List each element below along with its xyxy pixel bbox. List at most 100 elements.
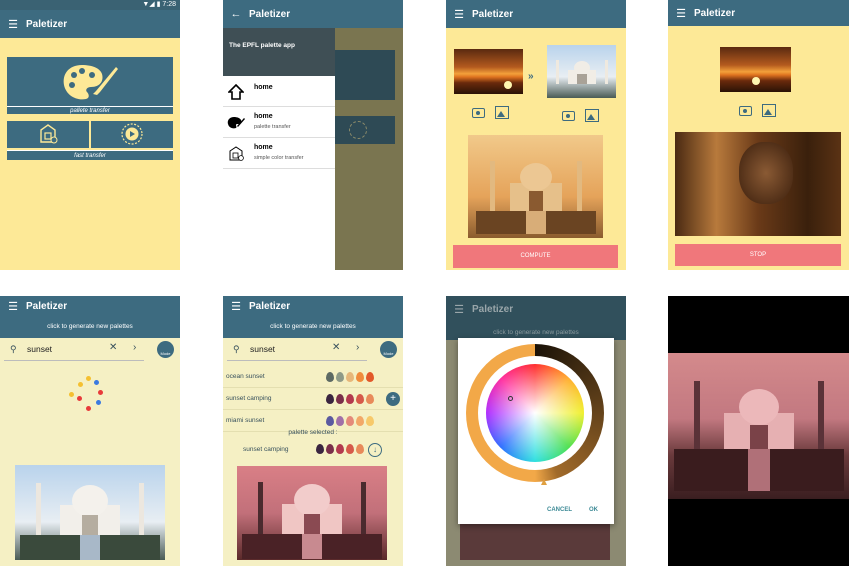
drawer-item-color-transfer[interactable]: home simple color transfer: [223, 138, 335, 169]
menu-icon[interactable]: ☰: [0, 300, 26, 313]
palette-color-swatch: [346, 372, 354, 382]
palette-name: ocean sunset: [226, 373, 265, 380]
mode-badge[interactable]: Mode: [157, 341, 174, 358]
mode-badge[interactable]: Mode: [380, 341, 397, 358]
palette-color-swatch: [336, 372, 344, 382]
clear-icon[interactable]: ✕: [109, 342, 117, 353]
drawer-item-palette-transfer[interactable]: home palette transfer: [223, 107, 335, 138]
app-bar: ☰ Paletizer: [668, 0, 849, 26]
search-underline: [4, 360, 144, 361]
chevron-right-icon[interactable]: ›: [356, 342, 359, 353]
palette-color-swatch: [336, 416, 344, 426]
screen-palette-search: ☰ Paletizer click to generate new palett…: [0, 296, 180, 566]
menu-icon[interactable]: ☰: [223, 300, 249, 313]
play-icon: [349, 121, 367, 139]
camera-preview: [675, 132, 841, 236]
drawer-item-home[interactable]: home: [223, 76, 335, 107]
fast-transfer-button[interactable]: [91, 121, 173, 148]
source-image[interactable]: [720, 47, 791, 92]
back-arrow-icon[interactable]: ←: [223, 8, 249, 20]
sun: [752, 77, 760, 85]
sun: [504, 81, 512, 89]
taj-mahal-illustration: [475, 161, 596, 234]
palette-color-swatch: [346, 394, 354, 404]
menu-icon[interactable]: ☰: [446, 303, 472, 316]
camera-icon[interactable]: [472, 108, 485, 118]
gallery-icon[interactable]: [585, 109, 599, 122]
generate-palettes-banner[interactable]: click to generate new palettes: [0, 316, 180, 338]
add-icon[interactable]: +: [386, 392, 400, 406]
play-icon: [121, 123, 143, 145]
source-image[interactable]: [454, 49, 523, 94]
palette-color-swatch: [326, 372, 334, 382]
navigation-drawer: The EPFL palette app home home palette t…: [223, 28, 335, 270]
download-icon[interactable]: ↓: [368, 443, 382, 457]
color-selector[interactable]: [508, 396, 513, 401]
search-icon: ⚲: [10, 344, 17, 354]
target-image[interactable]: [547, 45, 616, 98]
selected-palette-swatches: [316, 444, 366, 456]
palette-name: sunset camping: [226, 395, 272, 402]
app-bar: ☰ Paletizer: [0, 296, 180, 316]
app-title: Paletizer: [249, 8, 291, 20]
palette-selected-label: palette selected :: [288, 429, 338, 436]
drawer-header-title: The EPFL palette app: [229, 42, 295, 49]
chevron-right-icon[interactable]: ›: [133, 342, 136, 353]
mode-badge-label: Mode: [160, 351, 171, 356]
drawer-app-bar: ← Paletizer: [223, 0, 403, 28]
generate-palettes-banner[interactable]: click to generate new palettes: [223, 316, 403, 338]
palette-row[interactable]: ocean sunset: [223, 368, 403, 388]
camera-icon[interactable]: [562, 111, 575, 121]
cancel-button[interactable]: CANCEL: [547, 507, 572, 513]
color-picker-dialog: CANCEL OK: [458, 338, 614, 524]
compute-button[interactable]: COMPUTE: [453, 245, 618, 268]
result-image: [237, 466, 387, 560]
screen-palette-transfer: ☰ Paletizer » COMPUTE: [446, 0, 626, 270]
search-input[interactable]: sunset: [27, 344, 52, 354]
palette-transfer-button[interactable]: pallete transfer: [7, 57, 173, 114]
palette-color-swatch: [366, 416, 374, 426]
result-image: [668, 353, 849, 499]
menu-icon[interactable]: ☰: [0, 18, 26, 31]
status-time: 7:28: [162, 1, 176, 8]
camera-icon[interactable]: [739, 106, 752, 116]
simple-transfer-button[interactable]: [7, 121, 89, 148]
home-icon: [228, 84, 244, 100]
color-wheel[interactable]: [486, 364, 584, 462]
palette-color-swatch: [346, 444, 354, 454]
app-title: Paletizer: [694, 7, 736, 19]
app-title: Paletizer: [472, 303, 514, 315]
clear-icon[interactable]: ✕: [332, 342, 340, 353]
menu-icon[interactable]: ☰: [446, 8, 472, 21]
search-icon: ⚲: [233, 344, 240, 354]
scrim[interactable]: [335, 27, 403, 270]
app-bar: ☰ Paletizer: [446, 0, 626, 28]
gallery-icon[interactable]: [762, 104, 776, 117]
screen-drawer: ← Paletizer The EPFL palette app home ho…: [223, 0, 403, 270]
palette-color-swatch: [366, 394, 374, 404]
palette-row[interactable]: sunset camping +: [223, 390, 403, 410]
gallery-icon[interactable]: [495, 106, 509, 119]
selected-palette-name: sunset camping: [243, 446, 289, 453]
menu-icon[interactable]: ☰: [668, 7, 694, 20]
palette-color-swatch: [356, 372, 364, 382]
result-image: [468, 135, 603, 238]
palette-color-swatch: [366, 372, 374, 382]
ok-button[interactable]: OK: [589, 507, 598, 513]
palette-color-swatch: [356, 394, 364, 404]
app-title: Paletizer: [26, 18, 68, 30]
palette-color-swatch: [326, 416, 334, 426]
stop-button[interactable]: STOP: [675, 244, 841, 266]
image-transfer-icon: [40, 124, 58, 144]
palette-color-swatch: [356, 416, 364, 426]
screen-palette-list: ☰ Paletizer click to generate new palett…: [223, 296, 403, 566]
arrow-icon: »: [528, 71, 534, 82]
palette-color-swatch: [336, 394, 344, 404]
palette-brush-icon: [227, 117, 245, 129]
drawer-item-subtitle: simple color transfer: [254, 155, 304, 161]
app-title: Paletizer: [249, 300, 291, 312]
brightness-handle[interactable]: [541, 479, 547, 485]
search-input[interactable]: sunset: [250, 344, 275, 354]
palette-swatches: [326, 372, 376, 384]
fast-transfer-label: fast transfer: [7, 150, 173, 160]
